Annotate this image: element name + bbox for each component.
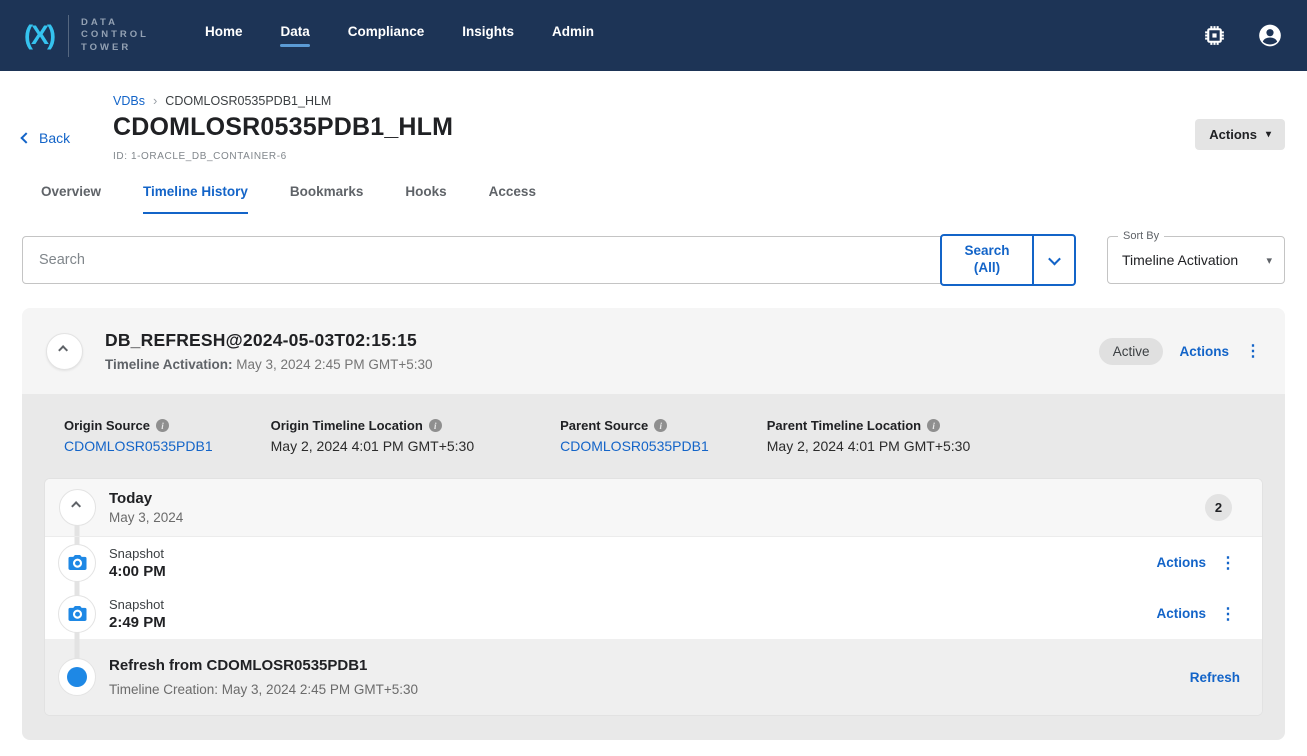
tab-access[interactable]: Access bbox=[489, 184, 536, 214]
back-button[interactable]: Back bbox=[22, 130, 70, 146]
collapse-card-button[interactable] bbox=[46, 333, 83, 370]
info-icon[interactable]: i bbox=[654, 419, 667, 432]
field-label: Parent Timeline Location bbox=[767, 418, 921, 433]
back-label: Back bbox=[39, 130, 70, 146]
nav-item-data[interactable]: Data bbox=[280, 24, 309, 47]
day-group-header: Today May 3, 2024 2 bbox=[45, 479, 1262, 537]
timeline-title: DB_REFRESH@2024-05-03T02:15:15 bbox=[105, 330, 433, 351]
breadcrumb-current: CDOMLOSR0535PDB1_HLM bbox=[165, 94, 331, 108]
parent-source-link[interactable]: CDOMLOSR0535PDB1 bbox=[560, 438, 709, 454]
search-all-button[interactable]: Search (All) bbox=[942, 236, 1032, 284]
page-title: CDOMLOSR0535PDB1_HLM bbox=[113, 113, 1195, 142]
field-origin-source: Origin Source i CDOMLOSR0535PDB1 bbox=[64, 418, 213, 454]
caret-down-icon: ▾ bbox=[1266, 129, 1271, 140]
field-label: Origin Timeline Location bbox=[271, 418, 423, 433]
breadcrumb: VDBs › CDOMLOSR0535PDB1_HLM bbox=[113, 93, 1195, 108]
activation-label: Timeline Activation: bbox=[105, 357, 233, 372]
refresh-event-subtitle: Timeline Creation: May 3, 2024 2:45 PM G… bbox=[109, 682, 418, 697]
event-type-label: Snapshot bbox=[109, 546, 166, 561]
page-id: ID: 1-ORACLE_DB_CONTAINER-6 bbox=[113, 151, 1195, 162]
chevron-down-icon bbox=[1048, 252, 1061, 265]
camera-icon bbox=[58, 595, 96, 633]
kebab-menu-icon[interactable]: ⋮ bbox=[1220, 553, 1236, 573]
dct-logo-icon[interactable]: (X) bbox=[24, 20, 54, 51]
camera-icon bbox=[58, 544, 96, 582]
origin-source-link[interactable]: CDOMLOSR0535PDB1 bbox=[64, 438, 213, 454]
sort-by-select[interactable]: Sort By Timeline Activation ▾ bbox=[1107, 236, 1285, 284]
refresh-event-title: Refresh from CDOMLOSR0535PDB1 bbox=[109, 657, 418, 674]
page-actions-label: Actions bbox=[1209, 127, 1257, 142]
refresh-event-row: Refresh from CDOMLOSR0535PDB1 Timeline C… bbox=[45, 639, 1262, 715]
top-navbar: (X) DATA CONTROL TOWER Home Data Complia… bbox=[0, 0, 1307, 71]
page-actions-button[interactable]: Actions ▾ bbox=[1195, 119, 1285, 150]
nav-item-insights[interactable]: Insights bbox=[462, 24, 514, 47]
info-icon[interactable]: i bbox=[927, 419, 940, 432]
snapshot-row: Snapshot 2:49 PM Actions ⋮ bbox=[45, 588, 1262, 639]
event-count-badge: 2 bbox=[1205, 494, 1232, 521]
event-type-label: Snapshot bbox=[109, 597, 166, 612]
kebab-menu-icon[interactable]: ⋮ bbox=[1245, 341, 1261, 361]
page-header: Back VDBs › CDOMLOSR0535PDB1_HLM CDOMLOS… bbox=[0, 71, 1307, 162]
snapshot-actions-link[interactable]: Actions bbox=[1156, 606, 1206, 621]
day-title: Today bbox=[109, 490, 183, 507]
account-icon[interactable] bbox=[1257, 23, 1283, 49]
refresh-dot-icon bbox=[58, 658, 96, 696]
logo-divider bbox=[68, 15, 69, 57]
field-label: Parent Source bbox=[560, 418, 648, 433]
primary-nav: Home Data Compliance Insights Admin bbox=[205, 24, 594, 47]
kebab-menu-icon[interactable]: ⋮ bbox=[1220, 604, 1236, 624]
logo-line-3: TOWER bbox=[81, 42, 149, 54]
field-value: May 2, 2024 4:01 PM GMT+5:30 bbox=[767, 438, 971, 454]
sort-by-value: Timeline Activation bbox=[1122, 252, 1266, 268]
snapshot-actions-link[interactable]: Actions bbox=[1156, 555, 1206, 570]
nav-item-home[interactable]: Home bbox=[205, 24, 243, 47]
info-icon[interactable]: i bbox=[156, 419, 169, 432]
field-origin-timeline-location: Origin Timeline Location i May 2, 2024 4… bbox=[271, 418, 475, 454]
refresh-link[interactable]: Refresh bbox=[1190, 670, 1240, 685]
search-input[interactable] bbox=[22, 236, 1075, 284]
tab-bar: Overview Timeline History Bookmarks Hook… bbox=[41, 184, 1307, 214]
search-split-button: Search (All) bbox=[940, 234, 1076, 286]
field-parent-timeline-location: Parent Timeline Location i May 2, 2024 4… bbox=[767, 418, 971, 454]
snapshot-row: Snapshot 4:00 PM Actions ⋮ bbox=[45, 537, 1262, 588]
day-group-card: Today May 3, 2024 2 Snapshot bbox=[44, 478, 1263, 716]
info-icon[interactable]: i bbox=[429, 419, 442, 432]
chevron-up-icon bbox=[71, 501, 81, 511]
timeline-actions-link[interactable]: Actions bbox=[1179, 344, 1229, 359]
nav-item-compliance[interactable]: Compliance bbox=[348, 24, 425, 47]
breadcrumb-separator-icon: › bbox=[153, 93, 157, 108]
breadcrumb-link-vdbs[interactable]: VDBs bbox=[113, 94, 145, 108]
event-time: 4:00 PM bbox=[109, 563, 166, 580]
api-chip-icon[interactable] bbox=[1201, 23, 1227, 49]
search-scope-dropdown-button[interactable] bbox=[1032, 236, 1074, 284]
tab-timeline-history[interactable]: Timeline History bbox=[143, 184, 248, 214]
collapse-day-button[interactable] bbox=[59, 489, 96, 526]
field-label: Origin Source bbox=[64, 418, 150, 433]
chevron-up-icon bbox=[58, 345, 68, 355]
tab-overview[interactable]: Overview bbox=[41, 184, 101, 214]
field-parent-source: Parent Source i CDOMLOSR0535PDB1 bbox=[560, 418, 709, 454]
tab-hooks[interactable]: Hooks bbox=[405, 184, 446, 214]
chevron-left-icon bbox=[20, 132, 31, 143]
timeline-fields: Origin Source i CDOMLOSR0535PDB1 Origin … bbox=[44, 418, 1263, 454]
timeline-card-body: Origin Source i CDOMLOSR0535PDB1 Origin … bbox=[22, 394, 1285, 740]
sort-by-label: Sort By bbox=[1118, 230, 1164, 242]
activation-value: May 3, 2024 2:45 PM GMT+5:30 bbox=[233, 357, 433, 372]
nav-item-admin[interactable]: Admin bbox=[552, 24, 594, 47]
timeline-card-header: DB_REFRESH@2024-05-03T02:15:15 Timeline … bbox=[22, 308, 1285, 394]
tab-bookmarks[interactable]: Bookmarks bbox=[290, 184, 364, 214]
search-toolbar: Search (All) Sort By Timeline Activation… bbox=[22, 236, 1285, 284]
status-badge: Active bbox=[1099, 338, 1164, 365]
event-time: 2:49 PM bbox=[109, 614, 166, 631]
logo-wordmark: DATA CONTROL TOWER bbox=[81, 17, 149, 54]
field-value: May 2, 2024 4:01 PM GMT+5:30 bbox=[271, 438, 475, 454]
dropdown-arrow-icon: ▾ bbox=[1266, 254, 1272, 267]
day-date: May 3, 2024 bbox=[109, 510, 183, 525]
timeline-card: DB_REFRESH@2024-05-03T02:15:15 Timeline … bbox=[22, 308, 1285, 740]
logo-line-2: CONTROL bbox=[81, 29, 149, 41]
logo-line-1: DATA bbox=[81, 17, 149, 29]
